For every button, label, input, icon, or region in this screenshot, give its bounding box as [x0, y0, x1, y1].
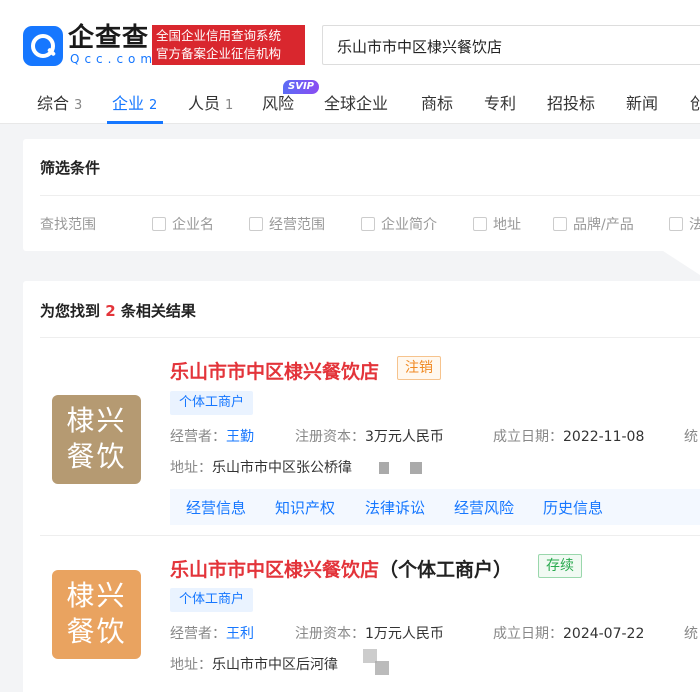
filter-panel: 筛选条件 查找范围 企业名 经营范围 企业简介 地址 品牌/产品 法 — [23, 139, 700, 251]
entity-type-tag: 个体工商户 — [170, 588, 254, 612]
filter-title: 筛选条件 — [40, 159, 101, 177]
tab-person[interactable]: 人员 1 — [188, 90, 233, 114]
checkbox-icon — [152, 217, 166, 231]
checkbox-icon — [473, 217, 487, 231]
tab-global-company[interactable]: 全球企业 — [324, 90, 388, 114]
status-badge: 注销 — [397, 356, 441, 380]
logo-text[interactable]: 企查查 — [68, 24, 149, 52]
result-tabs: 综合 3 企业 2 人员 1 风险 全球企业 商标 专利 招投标 新闻 创 — [0, 78, 700, 124]
company-name-link[interactable]: 乐山市市中区棣兴餐饮店（个体工商户） — [170, 555, 512, 582]
operator-link[interactable]: 王勤 — [226, 429, 254, 445]
operator-field: 经营者：王勤 — [170, 429, 254, 445]
tab-trademark[interactable]: 商标 — [421, 90, 453, 114]
filter-checkbox-business-scope[interactable]: 经营范围 — [249, 214, 325, 234]
checkbox-icon — [669, 217, 683, 231]
filter-checkbox-brand-product[interactable]: 品牌/产品 — [553, 214, 634, 234]
entity-type-tag: 个体工商户 — [170, 391, 254, 415]
company-name-link[interactable]: 乐山市市中区棣兴餐饮店 — [170, 357, 379, 384]
filter-checkbox-address[interactable]: 地址 — [473, 214, 521, 234]
redacted-mask — [410, 462, 422, 474]
search-value: 乐山市市中区棣兴餐饮店 — [337, 38, 503, 56]
svip-badge: SVIP — [283, 80, 319, 94]
link-ip[interactable]: 知识产权 — [275, 497, 335, 518]
link-history[interactable]: 历史信息 — [543, 497, 603, 518]
scope-label: 查找范围 — [40, 217, 96, 233]
credit-code-label: 统 — [684, 429, 698, 445]
capital-field: 注册资本：1万元人民币 — [295, 626, 444, 642]
tab-all[interactable]: 综合 3 — [37, 90, 82, 114]
company-avatar[interactable]: 棣兴 餐饮 — [52, 570, 141, 659]
tab-company[interactable]: 企业 2 — [112, 90, 157, 114]
top-bar: 企查查 Qcc.com 全国企业信用查询系统 官方备案企业征信机构 乐山市市中区… — [0, 0, 700, 78]
divider — [40, 337, 700, 338]
active-tab-indicator — [107, 121, 163, 124]
established-date-field: 成立日期：2024-07-22 — [493, 626, 645, 642]
badge-line-2: 官方备案企业征信机构 — [156, 46, 282, 61]
qcc-logo-icon[interactable] — [23, 26, 63, 66]
results-summary: 为您找到 2 条相关结果 — [40, 302, 196, 320]
link-business-risk[interactable]: 经营风险 — [454, 497, 514, 518]
address-field: 地址：乐山市市中区后河徫 — [170, 657, 338, 673]
redacted-mask — [375, 661, 389, 675]
divider — [40, 535, 700, 536]
quick-links-bar: 经营信息 知识产权 法律诉讼 经营风险 历史信息 — [170, 489, 700, 525]
search-input[interactable]: 乐山市市中区棣兴餐饮店 — [322, 25, 700, 65]
filter-collapse-corner — [663, 251, 700, 275]
address-field: 地址：乐山市市中区张公桥徫 — [170, 460, 352, 476]
logo-domain: Qcc.com — [70, 52, 158, 66]
results-panel: 为您找到 2 条相关结果 棣兴 餐饮 乐山市市中区棣兴餐饮店 注销 个体工商户 经… — [23, 281, 700, 692]
tab-patent[interactable]: 专利 — [484, 90, 516, 114]
filter-checkbox-more[interactable]: 法 — [669, 214, 700, 234]
checkbox-icon — [249, 217, 263, 231]
tab-news[interactable]: 新闻 — [626, 90, 658, 114]
established-date-field: 成立日期：2022-11-08 — [493, 429, 645, 445]
link-business-info[interactable]: 经营信息 — [186, 497, 246, 518]
checkbox-icon — [553, 217, 567, 231]
divider — [40, 195, 700, 196]
filter-checkbox-company-name[interactable]: 企业名 — [152, 214, 214, 234]
link-litigation[interactable]: 法律诉讼 — [365, 497, 425, 518]
capital-field: 注册资本：3万元人民币 — [295, 429, 444, 445]
credit-code-label: 统 — [684, 626, 698, 642]
operator-field: 经营者：王利 — [170, 626, 254, 642]
official-badge: 全国企业信用查询系统 官方备案企业征信机构 — [152, 25, 305, 65]
redacted-mask — [379, 462, 389, 474]
filter-checkbox-company-profile[interactable]: 企业简介 — [361, 214, 437, 234]
checkbox-icon — [361, 217, 375, 231]
status-badge: 存续 — [538, 554, 582, 578]
badge-line-1: 全国企业信用查询系统 — [156, 28, 282, 43]
operator-link[interactable]: 王利 — [226, 626, 254, 642]
tab-bidding[interactable]: 招投标 — [547, 90, 595, 114]
company-avatar[interactable]: 棣兴 餐饮 — [52, 395, 141, 484]
tab-more[interactable]: 创 — [690, 90, 700, 114]
